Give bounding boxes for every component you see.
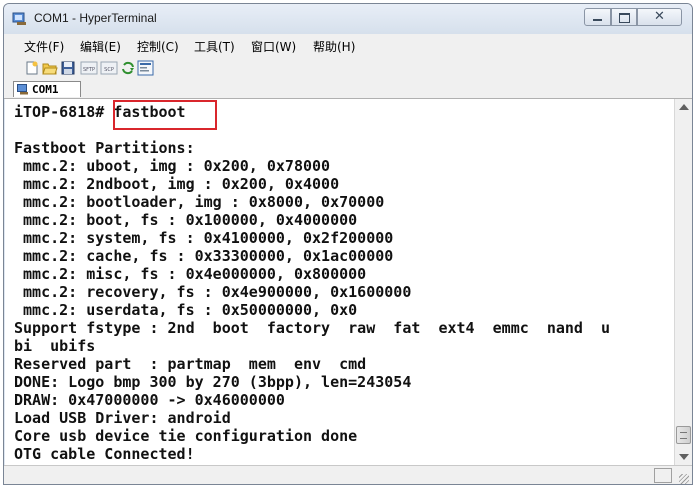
tab-com1[interactable]: COM1	[13, 81, 81, 97]
scroll-thumb[interactable]	[676, 426, 691, 444]
terminal-line: Load USB Driver: android	[14, 409, 231, 427]
title-bar[interactable]: COM1 - HyperTerminal ✕	[4, 4, 692, 34]
new-icon[interactable]	[24, 60, 40, 76]
scp-icon[interactable]: SCP	[100, 60, 118, 76]
sftp-label: SFTP	[83, 67, 95, 73]
scroll-down-icon[interactable]	[679, 454, 689, 460]
minimize-button[interactable]	[584, 8, 611, 26]
menu-control[interactable]: 控制(C)	[137, 38, 179, 55]
terminal-line: mmc.2: system, fs : 0x4100000, 0x2f20000…	[14, 229, 394, 247]
terminal-line: mmc.2: 2ndboot, img : 0x200, 0x4000	[14, 175, 340, 193]
terminal-line: mmc.2: boot, fs : 0x100000, 0x4000000	[14, 211, 358, 229]
scroll-up-icon[interactable]	[679, 104, 689, 110]
terminal-line: OTG cable Connected!	[14, 445, 195, 463]
menu-file[interactable]: 文件(F)	[24, 38, 64, 55]
close-button[interactable]: ✕	[637, 8, 682, 26]
vertical-scrollbar[interactable]	[674, 99, 692, 465]
terminal-line: mmc.2: userdata, fs : 0x50000000, 0x0	[14, 301, 358, 319]
sftp-icon[interactable]: SFTP	[80, 60, 98, 76]
open-icon[interactable]	[42, 60, 58, 76]
terminal-line: mmc.2: recovery, fs : 0x4e900000, 0x1600…	[14, 283, 412, 301]
terminal-output[interactable]: iTOP-6818# fastboot Fastboot Partitions:…	[5, 99, 674, 465]
terminal-line: DONE: Logo bmp 300 by 270 (3bpp), len=24…	[14, 373, 412, 391]
menu-bar: 文件(F) 编辑(E) 控制(C) 工具(T) 窗口(W) 帮助(H)	[4, 34, 692, 56]
window-title: COM1 - HyperTerminal	[34, 11, 157, 25]
properties-icon[interactable]	[137, 60, 155, 76]
hyperterminal-app-icon	[12, 12, 26, 25]
terminal-line: Reserved part : partmap mem env cmd	[14, 355, 367, 373]
menu-window[interactable]: 窗口(W)	[251, 38, 296, 55]
save-icon[interactable]	[60, 60, 76, 76]
terminal-line: mmc.2: misc, fs : 0x4e000000, 0x800000	[14, 265, 367, 283]
terminal-line: Core usb device tie configuration done	[14, 427, 358, 445]
toolbar: SFTP SCP	[4, 56, 692, 80]
menu-tools[interactable]: 工具(T)	[194, 38, 235, 55]
status-indicator	[654, 468, 672, 483]
terminal-line: Support fstype : 2nd boot factory raw fa…	[14, 319, 611, 337]
terminal-line: bi ubifs	[14, 337, 96, 355]
terminal-line: DRAW: 0x47000000 -> 0x46000000	[14, 391, 285, 409]
menu-edit[interactable]: 编辑(E)	[80, 38, 121, 55]
scp-label: SCP	[104, 67, 114, 73]
status-bar	[4, 465, 692, 484]
tab-label: COM1	[32, 83, 59, 96]
terminal-line: Fastboot Partitions:	[14, 139, 195, 157]
hyperterminal-window: COM1 - HyperTerminal ✕ 文件(F) 编辑(E) 控制(C)…	[3, 3, 693, 485]
session-tab-strip: COM1	[4, 80, 692, 99]
close-icon: ✕	[654, 9, 665, 24]
terminal-line: mmc.2: bootloader, img : 0x8000, 0x70000	[14, 193, 385, 211]
menu-help[interactable]: 帮助(H)	[313, 38, 355, 55]
terminal-session-icon	[17, 84, 28, 95]
resize-grip-icon[interactable]	[679, 474, 689, 484]
terminal-line: mmc.2: cache, fs : 0x33300000, 0x1ac0000…	[14, 247, 394, 265]
refresh-icon[interactable]	[120, 60, 136, 76]
maximize-button[interactable]	[611, 8, 637, 26]
terminal-line: mmc.2: uboot, img : 0x200, 0x78000	[14, 157, 331, 175]
command-highlight-box	[113, 100, 217, 130]
